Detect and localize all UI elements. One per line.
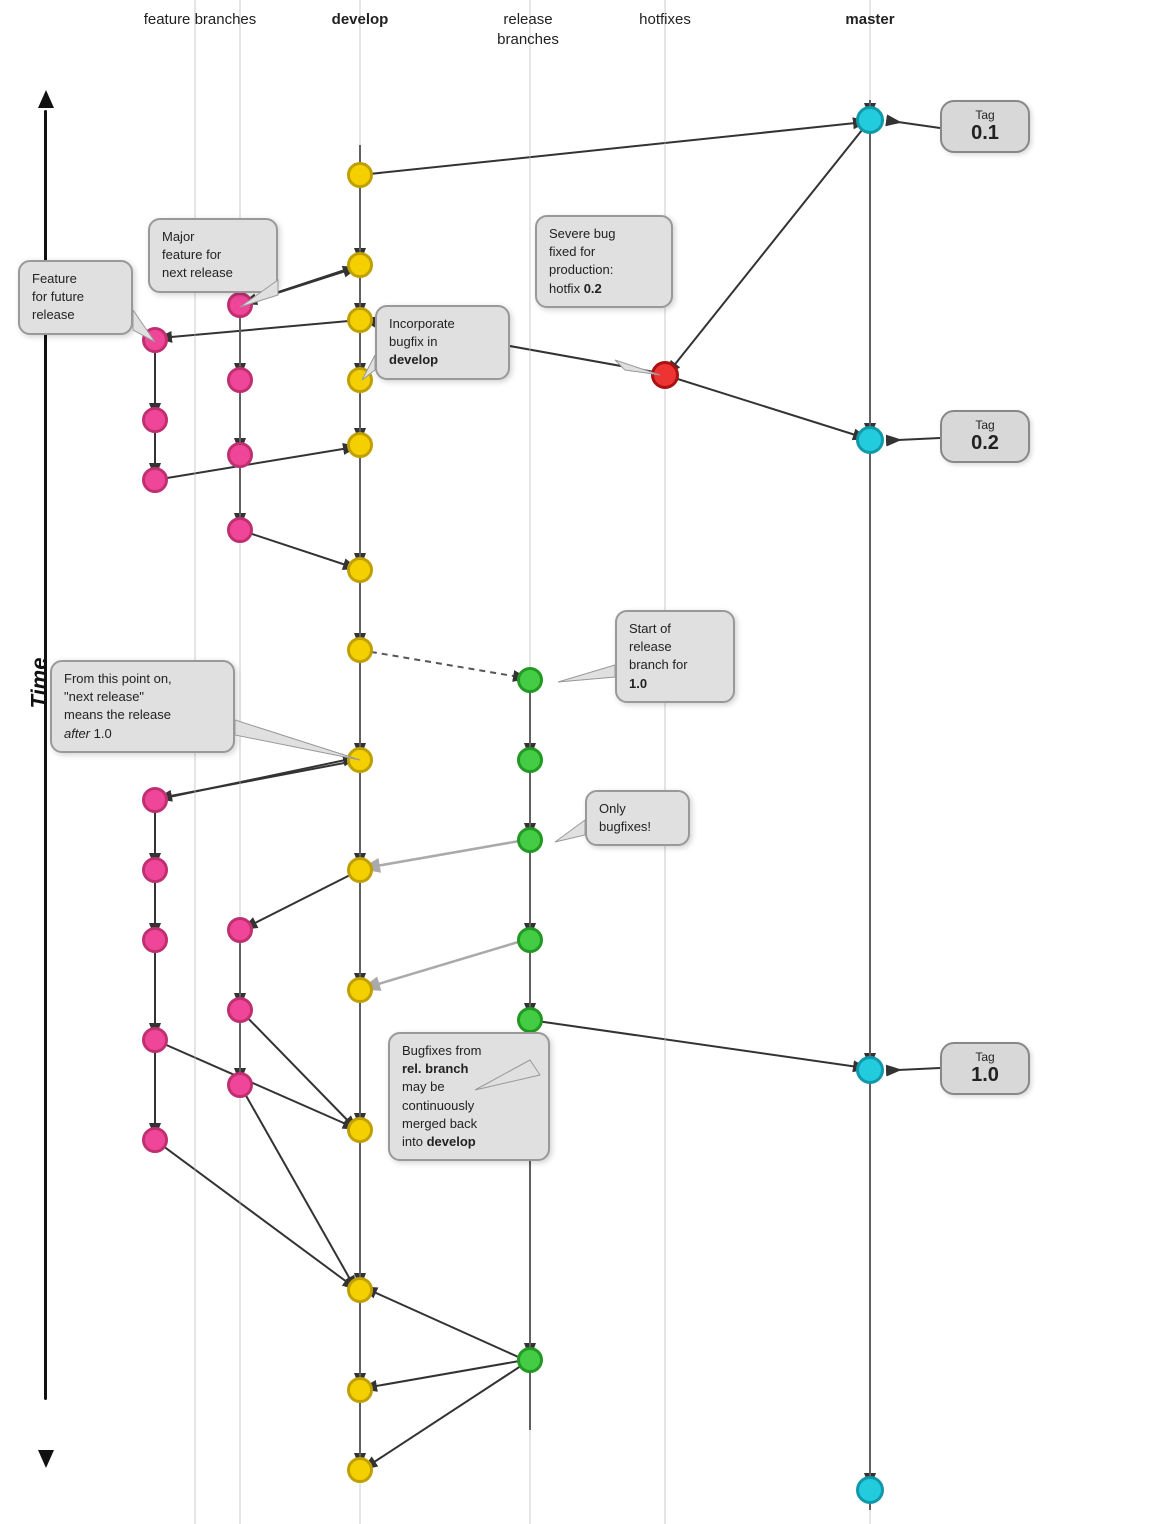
node-release-5 <box>517 1007 543 1033</box>
col-label-develop: develop <box>310 10 410 30</box>
tag-01: Tag 0.1 <box>940 100 1030 153</box>
callout-feature-future: Featurefor futurerelease <box>18 260 133 335</box>
node-feature1-b <box>142 407 168 433</box>
node-develop-13 <box>347 1377 373 1403</box>
node-master-1 <box>856 106 884 134</box>
node-feature1-g <box>142 1027 168 1053</box>
tag-10-label: Tag <box>956 1050 1014 1064</box>
node-master-4 <box>856 1476 884 1504</box>
node-release-3 <box>517 827 543 853</box>
callout-incorporate-bugfix: Incorporatebugfix indevelop <box>375 305 510 380</box>
node-master-2 <box>856 426 884 454</box>
node-develop-5 <box>347 432 373 458</box>
node-feature2-a <box>227 292 253 318</box>
node-develop-3 <box>347 307 373 333</box>
node-hotfix-1 <box>651 361 679 389</box>
node-release-6 <box>517 1347 543 1373</box>
col-label-hotfixes: hotfixes <box>610 10 720 30</box>
node-feature2-g <box>227 1072 253 1098</box>
callout-start-release: Start ofreleasebranch for1.0 <box>615 610 735 703</box>
node-feature2-c <box>227 442 253 468</box>
time-arrow-down <box>38 1450 54 1468</box>
node-release-1 <box>517 667 543 693</box>
tag-02-value: 0.2 <box>956 432 1014 455</box>
callout-only-bugfixes: Onlybugfixes! <box>585 790 690 846</box>
node-develop-8 <box>347 747 373 773</box>
node-release-4 <box>517 927 543 953</box>
callout-bugfixes-from: Bugfixes fromrel. branchmay becontinuous… <box>388 1032 550 1161</box>
node-feature2-e <box>227 917 253 943</box>
time-arrow-up <box>38 90 54 108</box>
node-develop-11 <box>347 1117 373 1143</box>
node-develop-12 <box>347 1277 373 1303</box>
tag-01-value: 0.1 <box>956 122 1014 145</box>
node-feature1-e <box>142 857 168 883</box>
diagram-container: feature branches develop releasebranches… <box>0 0 1150 1524</box>
node-develop-9 <box>347 857 373 883</box>
node-feature1-h <box>142 1127 168 1153</box>
node-develop-1 <box>347 162 373 188</box>
tag-10: Tag 1.0 <box>940 1042 1030 1095</box>
node-develop-2 <box>347 252 373 278</box>
node-feature2-d <box>227 517 253 543</box>
node-develop-6 <box>347 557 373 583</box>
time-label: Time <box>26 658 52 709</box>
tag-02-label: Tag <box>956 418 1014 432</box>
node-feature1-a <box>142 327 168 353</box>
node-feature1-f <box>142 927 168 953</box>
node-feature2-b <box>227 367 253 393</box>
col-label-feature: feature branches <box>140 10 260 30</box>
tag-01-label: Tag <box>956 108 1014 122</box>
tag-02: Tag 0.2 <box>940 410 1030 463</box>
lane-master <box>869 0 871 1524</box>
node-develop-4 <box>347 367 373 393</box>
node-release-2 <box>517 747 543 773</box>
tag-10-value: 1.0 <box>956 1064 1014 1087</box>
callout-severe-bug: Severe bugfixed forproduction:hotfix 0.2 <box>535 215 673 308</box>
node-feature1-c <box>142 467 168 493</box>
callout-next-release: From this point on,"next release"means t… <box>50 660 235 753</box>
col-label-release: releasebranches <box>468 10 588 49</box>
node-master-3 <box>856 1056 884 1084</box>
node-feature1-d <box>142 787 168 813</box>
node-develop-7 <box>347 637 373 663</box>
col-label-master: master <box>820 10 920 30</box>
node-develop-14 <box>347 1457 373 1483</box>
node-feature2-f <box>227 997 253 1023</box>
callout-major-feature: Majorfeature fornext release <box>148 218 278 293</box>
node-develop-10 <box>347 977 373 1003</box>
